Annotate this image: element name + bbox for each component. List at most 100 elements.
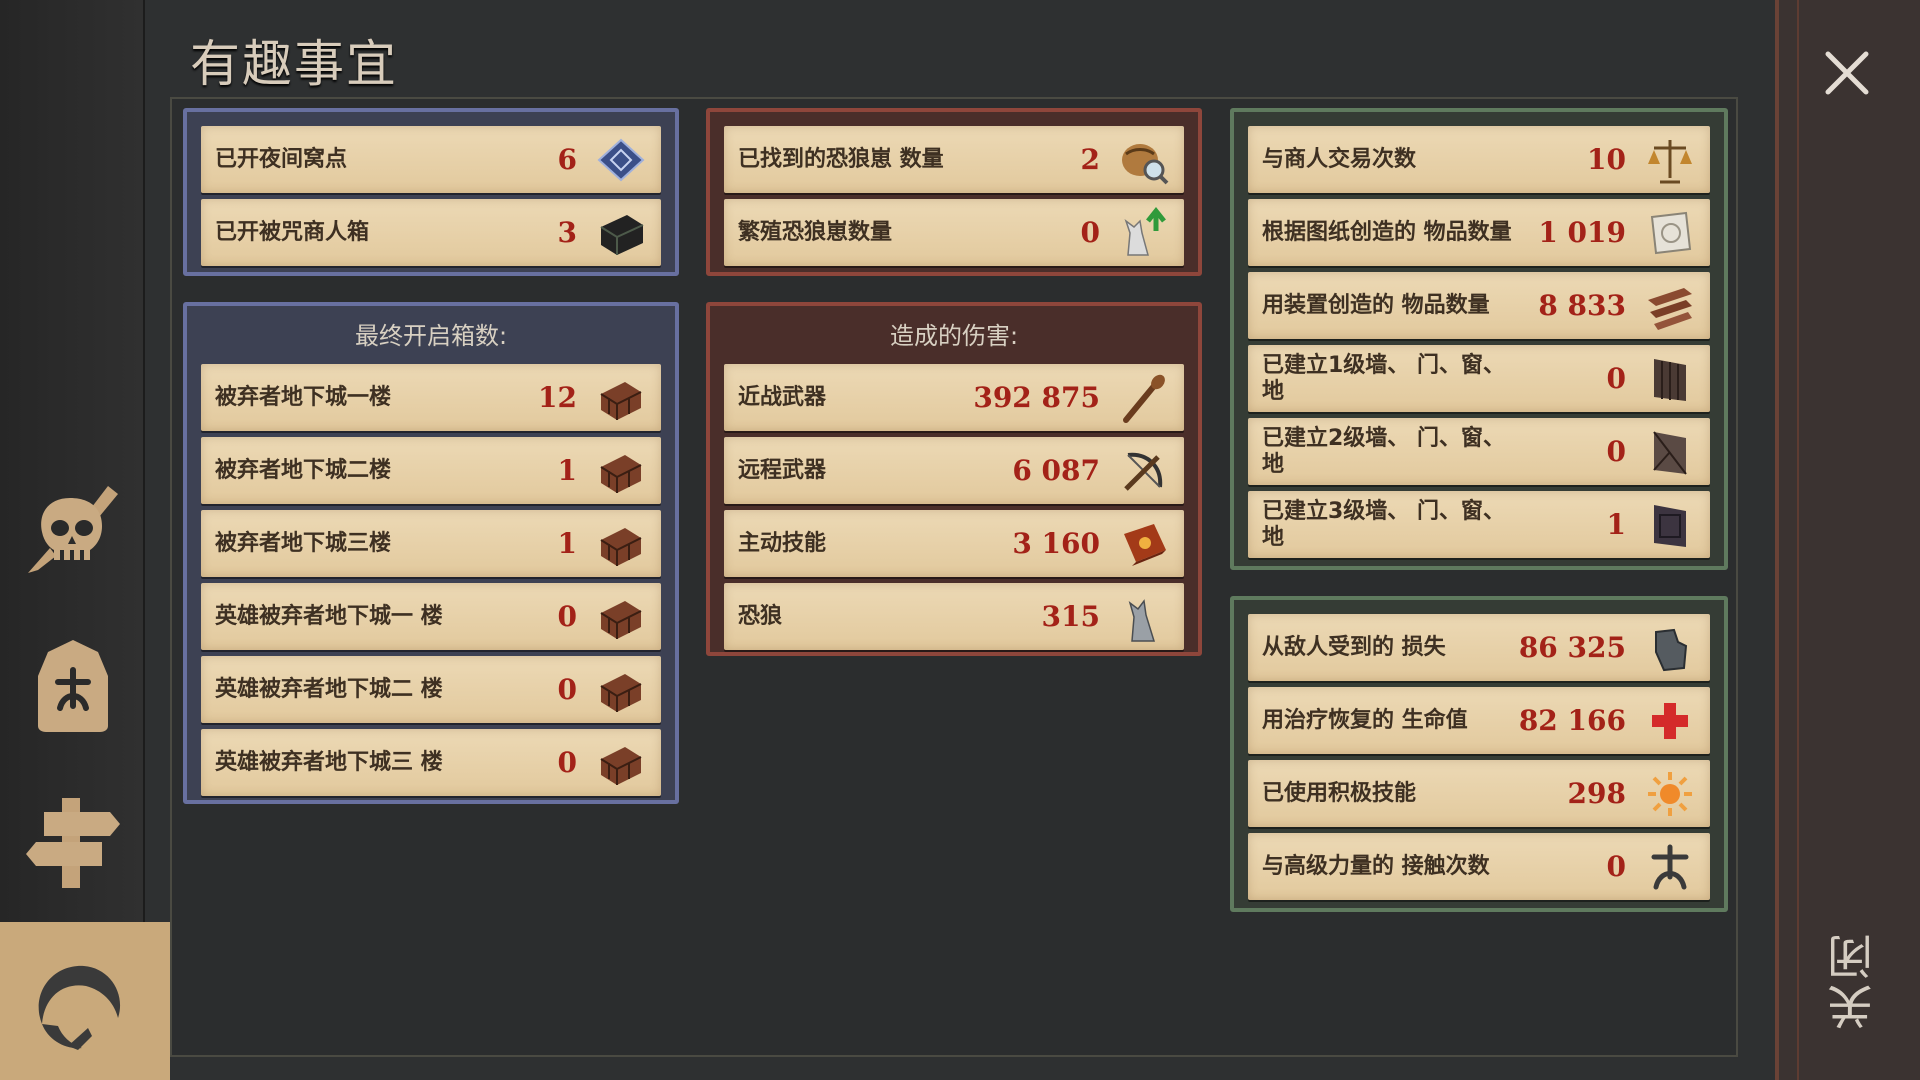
stat-label: 繁殖恐狼崽数量 (738, 219, 893, 245)
stat-value: 0 (557, 746, 577, 779)
stat-label: 从敌人受到的 损失 (1262, 634, 1446, 660)
left-nav (0, 0, 145, 922)
page-title: 有趣事宜 (190, 35, 398, 93)
panel-crafting-building: 与商人交易次数 10 根据图纸创造的 物品数量 1 019 用装置创造的 物品数… (1230, 108, 1728, 570)
stat-value: 86 325 (1518, 631, 1626, 664)
planks-icon (1644, 280, 1696, 332)
stat-row: 根据图纸创造的 物品数量 1 019 (1248, 199, 1710, 266)
stat-label: 用装置创造的 物品数量 (1262, 292, 1490, 318)
stat-label: 用治疗恢复的 生命值 (1262, 707, 1468, 733)
stat-label: 英雄被弃者地下城一 楼 (215, 603, 443, 629)
stat-value: 1 019 (1538, 216, 1626, 249)
stat-row: 用治疗恢复的 生命值 82 166 (1248, 687, 1710, 754)
spellbook-icon (1118, 518, 1170, 570)
stat-value: 0 (1606, 850, 1626, 883)
stat-label: 英雄被弃者地下城二 楼 (215, 676, 443, 702)
stat-value: 392 875 (973, 381, 1100, 414)
stat-label: 远程武器 (738, 457, 827, 483)
stat-value: 3 160 (1012, 527, 1100, 560)
stat-label: 已建立3级墙、 门、窗、地 (1262, 498, 1505, 550)
stat-label: 英雄被弃者地下城三 楼 (215, 749, 443, 775)
stat-label: 与商人交易次数 (1262, 146, 1417, 172)
panel-combat-stats: 从敌人受到的 损失 86 325 用治疗恢复的 生命值 82 166 已使用积极… (1230, 596, 1728, 912)
stat-value: 2 (1080, 143, 1100, 176)
moon-icon[interactable] (22, 954, 126, 1058)
close-icon[interactable] (1822, 48, 1872, 98)
panel-dire-wolf-pups: 已找到的恐狼崽 数量 2 繁殖恐狼崽数量 0 (706, 108, 1202, 276)
stat-value: 0 (557, 673, 577, 706)
chest-icon (595, 737, 647, 789)
stat-label: 已开被咒商人箱 (215, 219, 370, 245)
stat-label: 已开夜间窝点 (215, 146, 348, 172)
stat-row: 已建立1级墙、 门、窗、地 0 (1248, 345, 1710, 412)
club-icon (1118, 372, 1170, 424)
stat-label: 被弃者地下城一楼 (215, 384, 392, 410)
nav-tab-active[interactable] (0, 922, 170, 1080)
stat-label: 已建立1级墙、 门、窗、地 (1262, 352, 1505, 404)
stat-label: 被弃者地下城三楼 (215, 530, 392, 556)
stat-row: 从敌人受到的 损失 86 325 (1248, 614, 1710, 681)
stat-label: 恐狼 (738, 603, 783, 629)
magnify-bag-icon (1118, 134, 1170, 186)
stat-row: 远程武器 6 087 (724, 437, 1184, 504)
wall1-icon (1644, 353, 1696, 405)
stat-row: 已找到的恐狼崽 数量 2 (724, 126, 1184, 193)
wall2-icon (1644, 426, 1696, 478)
stat-label: 与高级力量的 接触次数 (1262, 853, 1490, 879)
scales-icon (1644, 134, 1696, 186)
stat-row: 与商人交易次数 10 (1248, 126, 1710, 193)
stat-row: 英雄被弃者地下城一 楼 0 (201, 583, 661, 650)
stat-value: 1 (557, 527, 577, 560)
right-bar (1775, 0, 1920, 1080)
stat-value: 0 (1606, 362, 1626, 395)
stat-value: 6 (557, 143, 577, 176)
stat-row: 英雄被弃者地下城三 楼 0 (201, 729, 661, 796)
stat-value: 8 833 (1538, 289, 1626, 322)
stat-row: 被弃者地下城三楼 1 (201, 510, 661, 577)
stat-row: 繁殖恐狼崽数量 0 (724, 199, 1184, 266)
stat-value: 0 (1080, 216, 1100, 249)
close-button[interactable]: 关闭 (1820, 920, 1880, 1040)
stat-label: 已找到的恐狼崽 数量 (738, 146, 944, 172)
stat-value: 0 (1606, 435, 1626, 468)
stat-label: 已建立2级墙、 门、窗、地 (1262, 425, 1505, 477)
stat-value: 10 (1587, 143, 1626, 176)
stat-value: 0 (557, 600, 577, 633)
stat-row: 主动技能 3 160 (724, 510, 1184, 577)
stat-value: 6 087 (1012, 454, 1100, 487)
stat-value: 315 (1041, 600, 1100, 633)
stat-label: 近战武器 (738, 384, 827, 410)
chest-icon (595, 664, 647, 716)
stat-label: 主动技能 (738, 530, 827, 556)
gauntlet-icon (1644, 622, 1696, 674)
panel-chests-opened: 最终开启箱数: 被弃者地下城一楼 12 被弃者地下城二楼 1 被弃者地下城三楼 … (183, 302, 679, 804)
stat-row: 被弃者地下城一楼 12 (201, 364, 661, 431)
crossbow-icon (1118, 445, 1170, 497)
chest-icon (595, 445, 647, 497)
stat-row: 用装置创造的 物品数量 8 833 (1248, 272, 1710, 339)
chest-icon (595, 372, 647, 424)
stat-label: 被弃者地下城二楼 (215, 457, 392, 483)
signpost-icon[interactable] (26, 792, 122, 892)
cursed-chest-icon (595, 207, 647, 259)
wolf-icon (1118, 591, 1170, 643)
red-cross-icon (1644, 695, 1696, 747)
stat-row: 已开被咒商人箱 3 (201, 199, 661, 266)
panel-damage-dealt: 造成的伤害: 近战武器 392 875 远程武器 6 087 主动技能 3 16… (706, 302, 1202, 656)
wall3-icon (1644, 499, 1696, 551)
chest-icon (595, 591, 647, 643)
blueprint-icon (595, 134, 647, 186)
stat-row: 已开夜间窝点 6 (201, 126, 661, 193)
stat-row: 英雄被弃者地下城二 楼 0 (201, 656, 661, 723)
stat-row: 恐狼 315 (724, 583, 1184, 650)
panel-header: 造成的伤害: (889, 322, 1019, 350)
panel-header: 最终开启箱数: (354, 322, 508, 350)
stat-label: 已使用积极技能 (1262, 780, 1417, 806)
helm-icon[interactable] (30, 636, 116, 736)
wolf-up-icon (1118, 206, 1170, 259)
stat-row: 被弃者地下城二楼 1 (201, 437, 661, 504)
skull-icon[interactable] (20, 478, 124, 578)
stat-value: 1 (557, 454, 577, 487)
stat-row: 近战武器 392 875 (724, 364, 1184, 431)
stat-row: 已建立3级墙、 门、窗、地 1 (1248, 491, 1710, 558)
